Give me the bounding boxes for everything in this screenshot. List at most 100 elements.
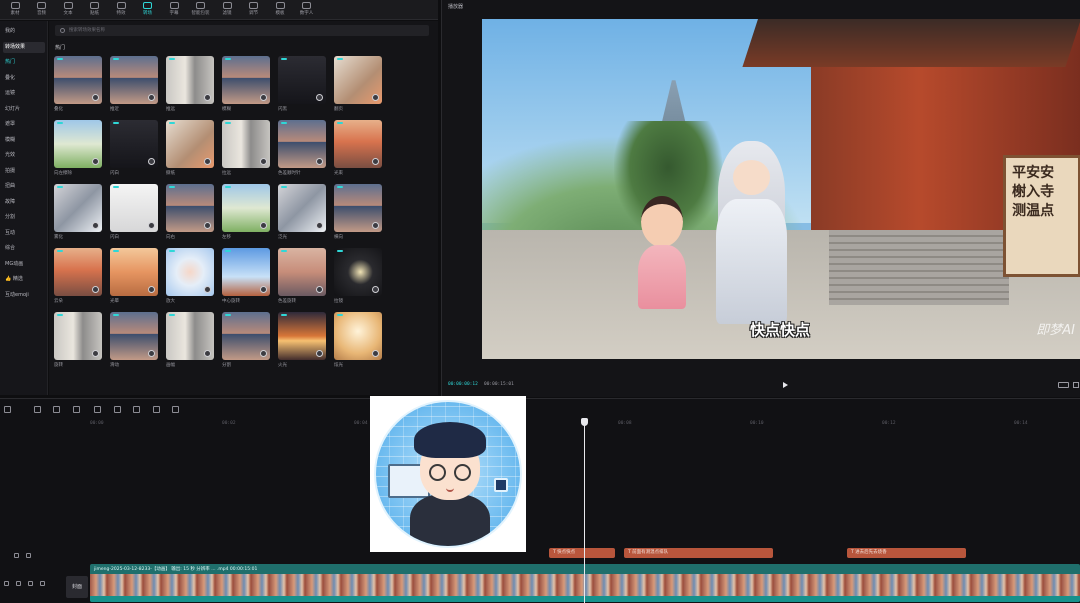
trim-right-icon[interactable] — [114, 406, 121, 413]
sidebar-item[interactable]: 我的 — [3, 26, 45, 37]
sidebar-item[interactable]: 光效 — [3, 150, 45, 161]
effects-search-input[interactable]: 搜索转场效果名称 — [55, 25, 429, 36]
effect-thumbnail[interactable] — [110, 248, 158, 296]
download-icon[interactable] — [92, 94, 99, 101]
trim-left-icon[interactable] — [94, 406, 101, 413]
toolbar-tab[interactable]: 滤镜 — [214, 2, 240, 18]
effect-thumbnail[interactable] — [110, 184, 158, 232]
download-icon[interactable] — [316, 222, 323, 229]
delete-icon[interactable] — [133, 406, 140, 413]
sidebar-item[interactable]: 综合 — [3, 243, 45, 254]
download-icon[interactable] — [92, 286, 99, 293]
download-icon[interactable] — [372, 286, 379, 293]
toolbar-tab[interactable]: 字幕 — [161, 2, 187, 18]
effect-thumbnail[interactable] — [54, 312, 102, 360]
download-icon[interactable] — [204, 158, 211, 165]
audio-icon[interactable] — [28, 581, 33, 586]
subtitle-clip[interactable]: T 进去后先去烧香 — [847, 548, 966, 558]
toolbar-tab[interactable]: 素材 — [2, 2, 28, 18]
sidebar-item[interactable]: 故障 — [3, 197, 45, 208]
effect-thumbnail[interactable] — [334, 120, 382, 168]
sidebar-item[interactable]: 拍摄 — [3, 166, 45, 177]
more-icon[interactable] — [40, 581, 45, 586]
effect-thumbnail[interactable] — [278, 184, 326, 232]
sidebar-item[interactable]: 运镜 — [3, 88, 45, 99]
sidebar-item[interactable]: MG动画 — [3, 259, 45, 270]
aspect-ratio-icon[interactable] — [1058, 382, 1069, 388]
download-icon[interactable] — [316, 286, 323, 293]
effect-thumbnail[interactable] — [166, 248, 214, 296]
fullscreen-icon[interactable] — [1073, 382, 1079, 388]
effect-thumbnail[interactable] — [222, 56, 270, 104]
subtitle-clip[interactable]: T 快点快点 — [549, 548, 615, 558]
download-icon[interactable] — [92, 222, 99, 229]
download-icon[interactable] — [148, 158, 155, 165]
effect-thumbnail[interactable] — [334, 312, 382, 360]
lock-icon[interactable] — [4, 581, 9, 586]
effect-thumbnail[interactable] — [222, 312, 270, 360]
split-icon[interactable] — [73, 406, 80, 413]
sidebar-item[interactable]: 互动emoji — [3, 290, 45, 301]
download-icon[interactable] — [148, 350, 155, 357]
effect-thumbnail[interactable] — [166, 312, 214, 360]
download-icon[interactable] — [204, 94, 211, 101]
download-icon[interactable] — [204, 350, 211, 357]
effect-thumbnail[interactable] — [334, 56, 382, 104]
sidebar-item[interactable]: 遮罩 — [3, 119, 45, 130]
toolbar-tab[interactable]: 智能包装 — [188, 2, 214, 18]
shield-icon[interactable] — [153, 406, 160, 413]
redo-icon[interactable] — [53, 406, 60, 413]
effect-thumbnail[interactable] — [110, 56, 158, 104]
download-icon[interactable] — [92, 350, 99, 357]
play-icon[interactable] — [783, 382, 788, 388]
effect-thumbnail[interactable] — [54, 56, 102, 104]
effect-thumbnail[interactable] — [110, 120, 158, 168]
toolbar-tab[interactable]: 贴纸 — [82, 2, 108, 18]
download-icon[interactable] — [260, 286, 267, 293]
effect-thumbnail[interactable] — [54, 120, 102, 168]
download-icon[interactable] — [372, 350, 379, 357]
effect-thumbnail[interactable] — [222, 120, 270, 168]
download-icon[interactable] — [372, 94, 379, 101]
download-icon[interactable] — [372, 222, 379, 229]
sidebar-item[interactable]: 分割 — [3, 212, 45, 223]
ai-tool-icon[interactable] — [172, 406, 179, 413]
preview-video[interactable]: 平安安 榭入寺 测温点 快点快点 即梦AI — [482, 19, 1080, 359]
download-icon[interactable] — [148, 222, 155, 229]
video-clip[interactable]: jimeng-2025-03-12-8233-【动画】 输出: 15 秒 分辨率… — [90, 564, 1080, 602]
download-icon[interactable] — [148, 286, 155, 293]
sidebar-item[interactable]: 扭曲 — [3, 181, 45, 192]
toolbar-tab[interactable]: 模板 — [267, 2, 293, 18]
download-icon[interactable] — [260, 158, 267, 165]
playhead[interactable] — [584, 418, 585, 603]
download-icon[interactable] — [372, 158, 379, 165]
toolbar-tab[interactable]: 文本 — [55, 2, 81, 18]
download-icon[interactable] — [260, 94, 267, 101]
lock-icon[interactable] — [14, 553, 19, 558]
download-icon[interactable] — [316, 158, 323, 165]
sidebar-item[interactable]: 👍 精选 — [3, 274, 45, 285]
undo-icon[interactable] — [34, 406, 41, 413]
download-icon[interactable] — [316, 350, 323, 357]
effect-thumbnail[interactable] — [334, 184, 382, 232]
effect-thumbnail[interactable] — [166, 184, 214, 232]
eye-icon[interactable] — [16, 581, 21, 586]
select-tool-icon[interactable] — [4, 406, 11, 413]
sidebar-item[interactable]: 模糊 — [3, 135, 45, 146]
effect-thumbnail[interactable] — [278, 120, 326, 168]
effect-thumbnail[interactable] — [222, 248, 270, 296]
cover-button[interactable]: 封面 — [66, 576, 88, 598]
download-icon[interactable] — [148, 94, 155, 101]
effect-thumbnail[interactable] — [278, 248, 326, 296]
effect-thumbnail[interactable] — [278, 56, 326, 104]
download-icon[interactable] — [204, 286, 211, 293]
sidebar-item[interactable]: 幻灯片 — [3, 104, 45, 115]
download-icon[interactable] — [92, 158, 99, 165]
effect-thumbnail[interactable] — [222, 184, 270, 232]
toolbar-tab[interactable]: 转场 — [135, 2, 161, 18]
download-icon[interactable] — [204, 222, 211, 229]
eye-icon[interactable] — [26, 553, 31, 558]
toolbar-tab[interactable]: 音频 — [29, 2, 55, 18]
sidebar-item[interactable]: 转场效果 — [3, 41, 45, 53]
effect-thumbnail[interactable] — [278, 312, 326, 360]
